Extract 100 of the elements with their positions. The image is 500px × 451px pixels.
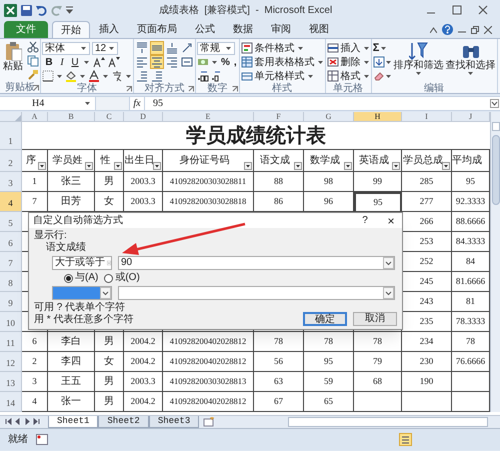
- column-header[interactable]: J: [452, 112, 490, 122]
- ribbon-tab[interactable]: 数据: [224, 21, 262, 38]
- dialog-launcher-icon[interactable]: [33, 85, 39, 91]
- comma-style-button[interactable]: ,: [232, 56, 238, 68]
- row-header[interactable]: 4: [0, 192, 22, 212]
- phonetic-guide-icon[interactable]: [111, 70, 123, 82]
- vertical-scrollbar[interactable]: [490, 112, 500, 412]
- column-header[interactable]: A: [22, 112, 48, 122]
- caret-icon[interactable]: [109, 46, 114, 50]
- font-name-dropdown[interactable]: 宋体: [42, 42, 90, 54]
- caret-icon[interactable]: [381, 46, 386, 50]
- ribbon-tab[interactable]: 文件: [4, 21, 48, 38]
- sheet-tab[interactable]: Sheet1: [48, 416, 98, 428]
- insert-sheet-icon[interactable]: [203, 417, 216, 427]
- caret-icon[interactable]: [364, 60, 369, 64]
- find-select-button[interactable]: 查找和选择: [446, 41, 496, 83]
- column-header[interactable]: I: [402, 112, 452, 122]
- shrink-font-icon[interactable]: [108, 56, 120, 68]
- row-header[interactable]: 2: [0, 150, 22, 172]
- close-button[interactable]: ×: [384, 214, 398, 226]
- row-header[interactable]: 12: [0, 352, 22, 372]
- value-field[interactable]: [118, 286, 395, 300]
- filter-dropdown-button[interactable]: [294, 162, 302, 170]
- caret-icon[interactable]: [85, 102, 90, 105]
- font-size-dropdown[interactable]: 12: [92, 42, 118, 54]
- row-header[interactable]: 1: [0, 122, 22, 150]
- sheet-tab[interactable]: Sheet3: [148, 416, 200, 428]
- alignment-button[interactable]: [180, 41, 194, 55]
- sheet-tab[interactable]: Sheet2: [98, 416, 149, 428]
- ribbon-tab[interactable]: 插入: [90, 21, 128, 38]
- filter-dropdown-button[interactable]: [85, 162, 93, 170]
- help-button[interactable]: ?: [358, 213, 372, 228]
- sort-filter-button[interactable]: 排序和筛选: [394, 41, 444, 83]
- dialog-launcher-icon[interactable]: [188, 86, 194, 92]
- dialog-button[interactable]: 确定: [303, 312, 347, 326]
- styles-menu-button[interactable]: 单元格样式: [240, 69, 324, 83]
- row-header[interactable]: 7: [0, 252, 22, 272]
- caret-icon[interactable]: [318, 60, 323, 64]
- normal-view-icon[interactable]: [399, 433, 412, 446]
- underline-button[interactable]: U: [70, 56, 80, 68]
- border-icon[interactable]: [42, 70, 54, 82]
- alignment-button[interactable]: [150, 55, 164, 69]
- fill-down-icon[interactable]: [372, 56, 385, 68]
- column-header[interactable]: D: [124, 112, 163, 122]
- percent-style-button[interactable]: %: [220, 56, 231, 68]
- filter-dropdown-button[interactable]: [392, 162, 400, 170]
- maximize-icon[interactable]: [452, 5, 462, 15]
- row-header[interactable]: 14: [0, 392, 22, 412]
- restore-icon[interactable]: [471, 26, 479, 34]
- column-header[interactable]: F: [254, 112, 304, 122]
- filter-dropdown-button[interactable]: [38, 162, 46, 170]
- alignment-button[interactable]: [135, 55, 149, 69]
- row-header[interactable]: 6: [0, 232, 22, 252]
- filter-dropdown-button[interactable]: [244, 162, 252, 170]
- row-header[interactable]: 3: [0, 172, 22, 192]
- customize-toolbar-icon[interactable]: [66, 6, 73, 14]
- record-macro-icon[interactable]: [36, 434, 48, 445]
- caret-icon[interactable]: [212, 60, 217, 64]
- radio-option[interactable]: 或(O): [104, 272, 140, 284]
- caret-icon[interactable]: [308, 74, 313, 78]
- eraser-icon[interactable]: [372, 70, 385, 82]
- radio-button[interactable]: [64, 274, 73, 282]
- font-color-icon[interactable]: [88, 70, 100, 82]
- caret-icon[interactable]: [81, 46, 86, 50]
- caret-icon[interactable]: [126, 74, 131, 78]
- insert-function-button[interactable]: fx: [130, 97, 144, 110]
- column-header[interactable]: B: [48, 112, 95, 122]
- filter-dropdown-button[interactable]: [442, 162, 450, 170]
- caret-icon[interactable]: [386, 74, 391, 78]
- ribbon-tab[interactable]: 审阅: [262, 21, 300, 38]
- filter-dropdown-button[interactable]: [344, 162, 352, 170]
- undo-icon[interactable]: [36, 4, 47, 16]
- dialog-launcher-icon[interactable]: [232, 86, 238, 92]
- bold-button[interactable]: B: [44, 56, 54, 68]
- caret-icon[interactable]: [84, 60, 89, 64]
- cells-menu-button[interactable]: 删除: [326, 55, 370, 69]
- paste-button[interactable]: 粘贴: [1, 41, 25, 81]
- dialog-button[interactable]: 取消: [353, 312, 397, 326]
- alignment-button[interactable]: [165, 41, 179, 55]
- caret-icon[interactable]: [364, 46, 369, 50]
- caret-icon[interactable]: [57, 74, 62, 78]
- row-header[interactable]: 9: [0, 292, 22, 312]
- ribbon-tab[interactable]: 视图: [300, 21, 338, 38]
- expand-formula-bar-icon[interactable]: [490, 99, 499, 108]
- alignment-button[interactable]: [150, 69, 164, 83]
- horizontal-scrollbar[interactable]: [288, 417, 488, 427]
- row-header[interactable]: 11: [0, 332, 22, 352]
- row-header[interactable]: 13: [0, 372, 22, 392]
- fill-color-icon[interactable]: [65, 70, 77, 82]
- cells-menu-button[interactable]: 插入: [326, 41, 370, 55]
- ribbon-tab[interactable]: 开始: [52, 21, 90, 38]
- collapse-ribbon-icon[interactable]: [430, 26, 437, 32]
- scissors-icon[interactable]: [27, 41, 39, 53]
- alignment-button[interactable]: [135, 69, 149, 83]
- caret-icon[interactable]: [386, 60, 391, 64]
- alignment-button[interactable]: [135, 41, 149, 55]
- caret-icon[interactable]: [226, 46, 231, 50]
- ribbon-tab[interactable]: 公式: [186, 21, 224, 38]
- dialog-launcher-icon[interactable]: [126, 86, 132, 92]
- increase-decimal-icon[interactable]: [197, 70, 209, 82]
